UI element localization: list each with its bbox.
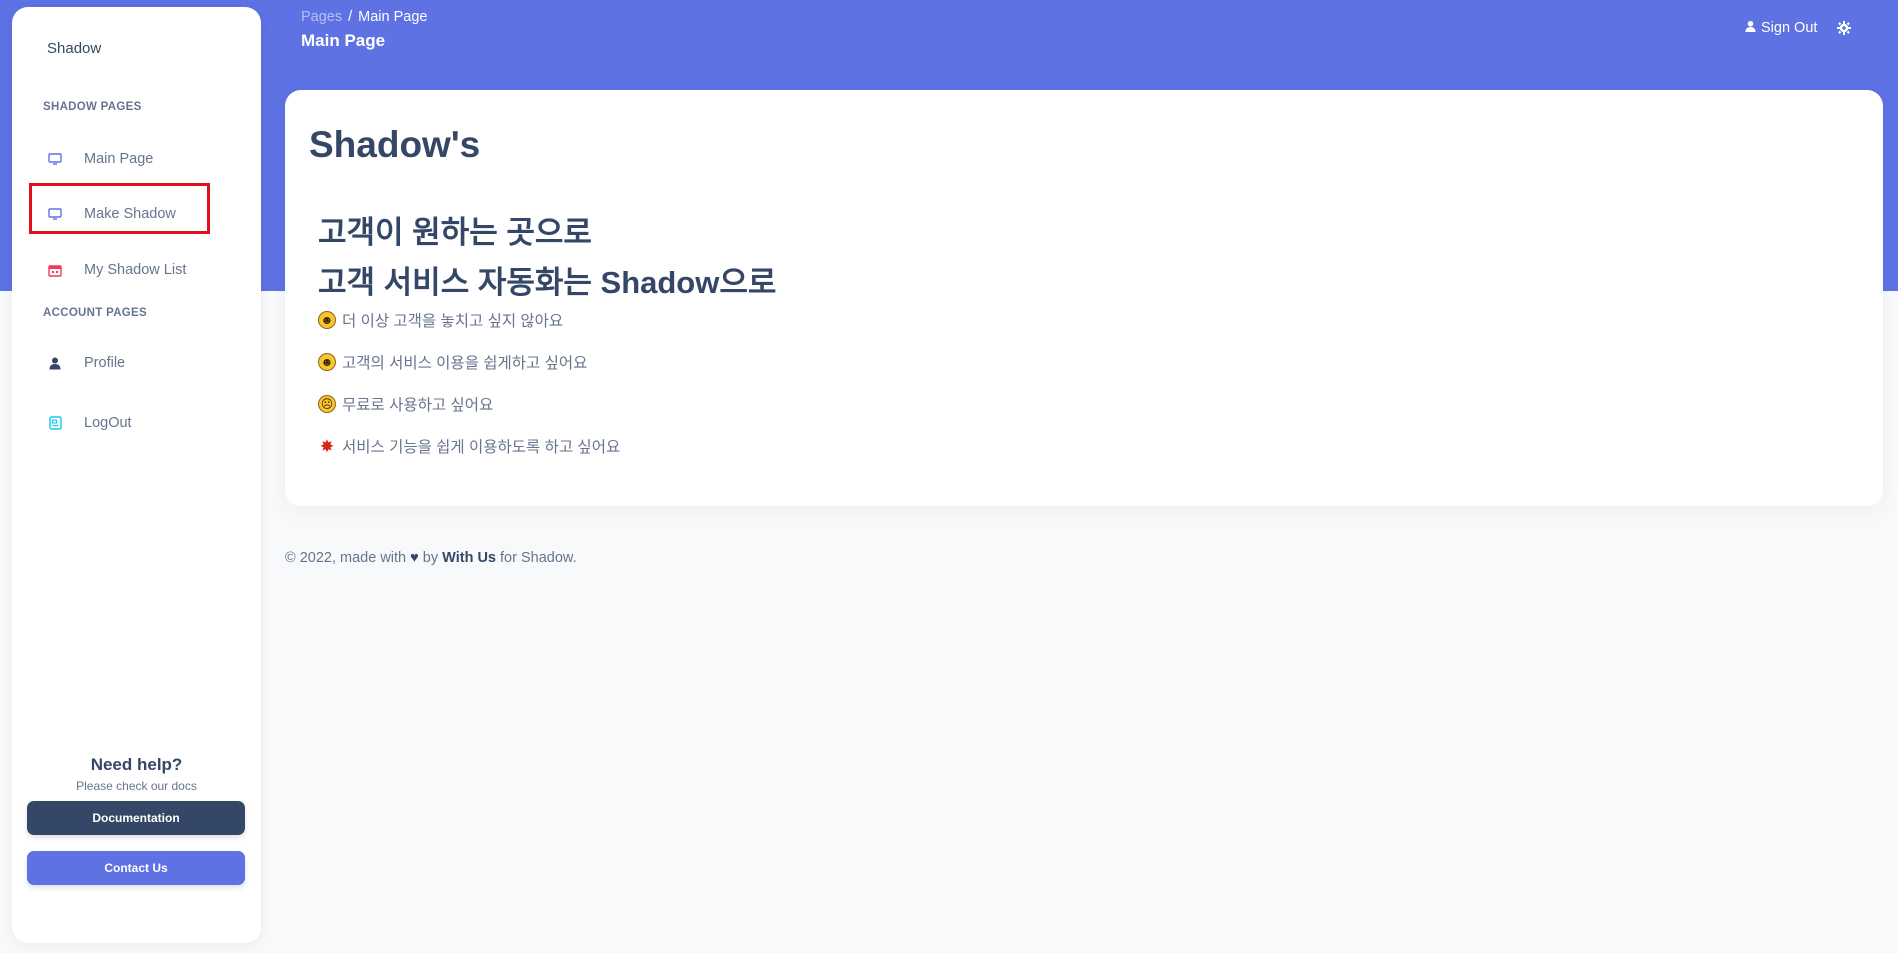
help-subtitle: Please check our docs — [76, 779, 197, 793]
section-label-account-pages: ACCOUNT PAGES — [43, 307, 147, 319]
breadcrumb-separator: / — [348, 9, 353, 25]
footer-author-link[interactable]: With Us — [442, 550, 496, 566]
footer-suffix: for Shadow. — [500, 550, 577, 566]
selection-highlight — [29, 183, 210, 234]
grinning-face-icon: ☻ — [318, 311, 336, 329]
sidebar-item-label: LogOut — [84, 415, 132, 431]
breadcrumb-current: Main Page — [358, 9, 428, 25]
brand-name[interactable]: Shadow — [47, 40, 101, 57]
list-item: ☻ 고객의 서비스 이용을 쉽게하고 싶어요 — [318, 351, 587, 373]
section-label-shadow-pages: SHADOW PAGES — [43, 101, 142, 113]
user-icon — [1745, 20, 1761, 37]
headline-line-2: 고객 서비스 자동화는 Shadow으로 — [318, 265, 777, 300]
sidebar-item-profile[interactable]: Profile — [30, 341, 240, 385]
persevering-face-icon: ☹ — [318, 395, 336, 413]
sidebar-item-logout[interactable]: LogOut — [30, 401, 240, 445]
list-item-text: 무료로 사용하고 싶어요 — [342, 397, 494, 414]
breadcrumb-pages-link[interactable]: Pages — [301, 9, 342, 25]
calendar-icon — [43, 258, 67, 282]
main-card: Shadow's 고객이 원하는 곳으로 고객 서비스 자동화는 Shadow으… — [285, 90, 1883, 506]
collision-icon: ✸ — [319, 436, 335, 456]
sidebar: Shadow SHADOW PAGES Main Page Make Shado… — [12, 7, 261, 943]
sidebar-item-label: Main Page — [84, 151, 154, 167]
sidebar-item-my-shadow-list[interactable]: My Shadow List — [30, 248, 240, 292]
list-item-text: 서비스 기능을 쉽게 이용하도록 하고 싶어요 — [342, 439, 621, 456]
list-item: ☻ 더 이상 고객을 놓치고 싶지 않아요 — [318, 309, 563, 331]
list-item-text: 더 이상 고객을 놓치고 싶지 않아요 — [342, 313, 564, 330]
help-title: Need help? — [90, 755, 183, 774]
user-icon — [43, 351, 67, 375]
list-item: ✸ 서비스 기능을 쉽게 이용하도록 하고 싶어요 — [318, 435, 620, 457]
headline-line-1: 고객이 원하는 곳으로 — [318, 215, 592, 250]
laughing-face-icon: ☻ — [318, 353, 336, 371]
footer: © 2022, made with ♥ by With Us for Shado… — [285, 550, 577, 566]
monitor-icon — [43, 147, 67, 171]
page-title: Main Page — [301, 31, 386, 50]
sidebar-item-label: Profile — [84, 355, 126, 371]
gear-icon[interactable] — [1835, 19, 1853, 37]
list-item-text: 고객의 서비스 이용을 쉽게하고 싶어요 — [342, 355, 588, 372]
sidebar-item-main-page[interactable]: Main Page — [30, 137, 240, 181]
heart-icon: ♥ — [410, 550, 419, 566]
receipt-icon — [43, 411, 67, 435]
breadcrumb: Pages / Main Page — [301, 9, 427, 25]
footer-by: by — [422, 550, 439, 566]
contact-us-button[interactable]: Contact Us — [27, 851, 245, 885]
sidebar-item-label: My Shadow List — [84, 262, 187, 278]
list-item: ☹ 무료로 사용하고 싶어요 — [318, 393, 493, 415]
sign-out-label: Sign Out — [1761, 20, 1818, 36]
card-title: Shadow's — [309, 124, 481, 165]
documentation-button[interactable]: Documentation — [27, 801, 245, 835]
footer-prefix: © 2022, made with — [285, 550, 407, 566]
sign-out-link[interactable]: Sign Out — [1745, 18, 1817, 38]
